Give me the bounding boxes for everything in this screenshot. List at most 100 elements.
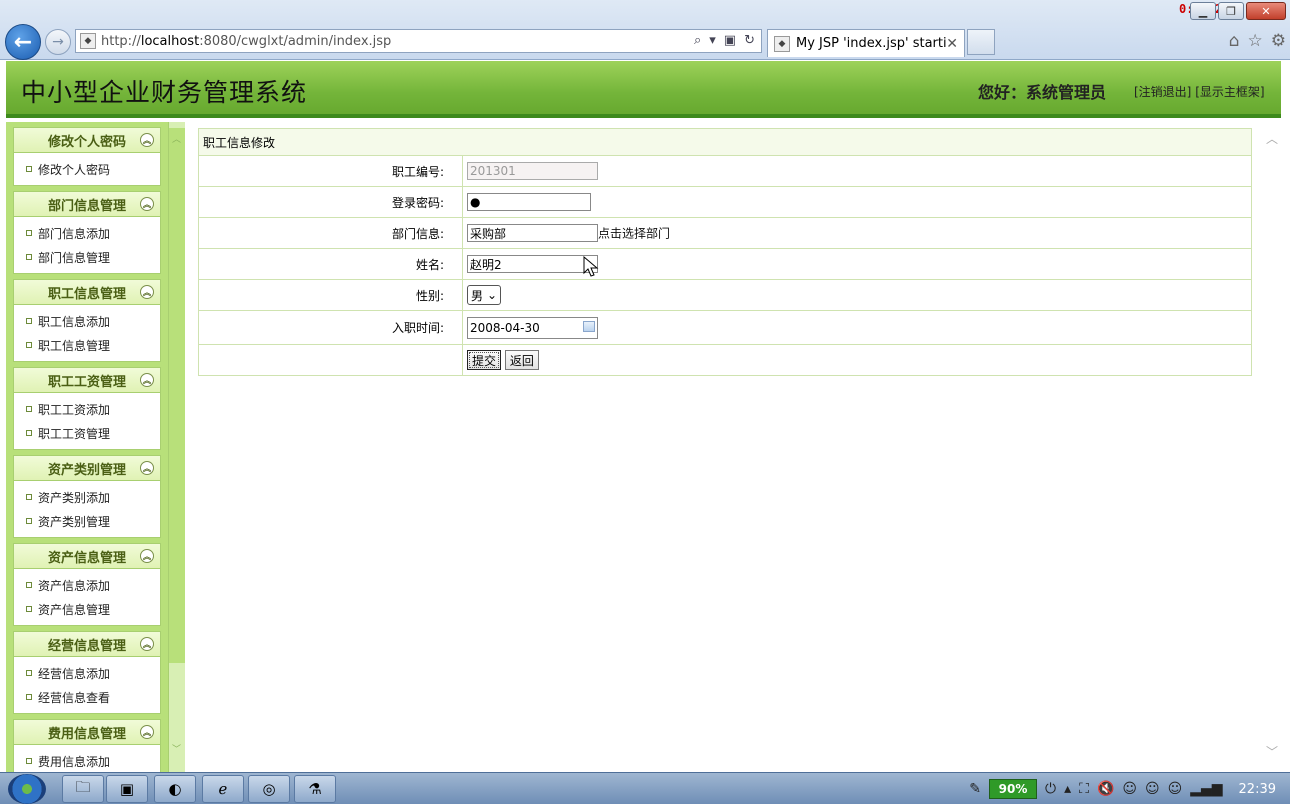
app2-taskbar-button[interactable]: ◐ <box>154 775 196 803</box>
tray-app-icon[interactable]: ✎ <box>969 781 981 797</box>
empty-label-cell <box>198 344 463 376</box>
scroll-up-icon[interactable]: ︿ <box>1266 130 1278 147</box>
password-input[interactable] <box>467 193 591 211</box>
page-scrollbar[interactable]: ︿ ﹀ <box>1266 130 1280 760</box>
calendar-icon[interactable] <box>583 320 595 332</box>
sidebar-item-business-add[interactable]: 经营信息添加 <box>14 661 160 685</box>
volume-muted-icon[interactable]: 🔇 <box>1097 781 1114 797</box>
tab-close-icon[interactable]: ✕ <box>946 36 958 52</box>
back-button[interactable]: ← <box>5 24 41 60</box>
favorites-star-icon[interactable]: ☆ <box>1248 31 1263 51</box>
settings-gear-icon[interactable]: ⚙ <box>1271 31 1286 51</box>
collapse-icon[interactable]: ︽ <box>140 285 154 299</box>
battery-indicator[interactable]: 90% <box>989 779 1038 799</box>
sidebar-item-dept-add[interactable]: 部门信息添加 <box>14 221 160 245</box>
qq-icon[interactable]: ☺ <box>1168 781 1183 797</box>
window-controls: ▁ ❐ ✕ <box>1190 2 1286 22</box>
bullet-icon <box>26 230 32 236</box>
frame-splitter-scrollbar[interactable]: ︿ ﹀ <box>168 122 185 772</box>
new-tab-button[interactable] <box>967 29 995 55</box>
forward-button[interactable]: → <box>45 29 71 55</box>
sidebar-item-change-password[interactable]: 修改个人密码 <box>14 157 160 181</box>
collapse-icon[interactable]: ︽ <box>140 373 154 387</box>
name-input[interactable] <box>467 255 598 273</box>
restore-button[interactable]: ❐ <box>1218 2 1244 20</box>
bullet-icon <box>26 166 32 172</box>
sidebar-item-salary-manage[interactable]: 职工工资管理 <box>14 421 160 445</box>
network-tray-icon[interactable]: ⛶ <box>1079 781 1089 797</box>
collapse-icon[interactable]: ︽ <box>140 725 154 739</box>
sidebar-item-emp-manage[interactable]: 职工信息管理 <box>14 333 160 357</box>
collapse-icon[interactable]: ︽ <box>140 197 154 211</box>
collapse-icon[interactable]: ︽ <box>140 637 154 651</box>
bullet-icon <box>26 254 32 260</box>
eclipse-taskbar-button[interactable]: ◎ <box>248 775 290 803</box>
start-button[interactable] <box>8 774 46 804</box>
taskbar: 🗀 ▣ ◐ ℯ ◎ ⚗ ✎ 90% ⏻ ▴ ⛶ 🔇 ☺ ☺ ☺ ▂▄▆ 22:3… <box>0 772 1290 804</box>
taskbar-clock[interactable]: 22:39 <box>1239 782 1276 797</box>
bullet-icon <box>26 406 32 412</box>
dropdown-icon[interactable]: ▾ <box>709 33 716 48</box>
choose-department-link[interactable]: 点击选择部门 <box>598 227 670 241</box>
sidebar-item-dept-manage[interactable]: 部门信息管理 <box>14 245 160 269</box>
department-label: 部门信息: <box>198 217 463 249</box>
menu-title[interactable]: 职工工资管理 ︽ <box>14 368 160 393</box>
sidebar-item-asset-type-manage[interactable]: 资产类别管理 <box>14 509 160 533</box>
minimize-button[interactable]: ▁ <box>1190 2 1216 20</box>
menu-title[interactable]: 经营信息管理 ︽ <box>14 632 160 657</box>
bullet-icon <box>26 318 32 324</box>
scroll-down-icon[interactable]: ﹀ <box>172 742 181 755</box>
menu-group-salary: 职工工资管理 ︽ 职工工资添加 职工工资管理 <box>13 367 161 450</box>
address-icons: ⌕ ▾ ▣ ↻ <box>694 33 755 48</box>
search-icon[interactable]: ⌕ <box>694 33 701 48</box>
signal-bars-icon[interactable]: ▂▄▆ <box>1190 781 1222 797</box>
page-favicon-icon: ◆ <box>80 33 96 49</box>
back-button[interactable]: 返回 <box>504 350 539 370</box>
gender-select[interactable]: 男 ⌄ <box>467 285 502 305</box>
show-frame-link[interactable]: [显示主框架] <box>1195 85 1264 99</box>
bullet-icon <box>26 758 32 764</box>
menu-title[interactable]: 资产类别管理 ︽ <box>14 456 160 481</box>
sidebar-item-business-view[interactable]: 经营信息查看 <box>14 685 160 709</box>
collapse-icon[interactable]: ︽ <box>140 461 154 475</box>
browser-tab[interactable]: ◆ My JSP 'index.jsp' startin... ✕ <box>767 29 965 57</box>
tray-expand-icon[interactable]: ▴ <box>1064 781 1071 797</box>
hire-date-input[interactable] <box>467 316 598 339</box>
file-explorer-taskbar-button[interactable]: 🗀 <box>62 775 104 803</box>
collapse-icon[interactable]: ︽ <box>140 133 154 147</box>
qq-icon[interactable]: ☺ <box>1122 781 1137 797</box>
bullet-icon <box>26 430 32 436</box>
refresh-icon[interactable]: ↻ <box>744 33 755 48</box>
submit-button[interactable]: 提交 <box>467 350 502 370</box>
scroll-down-icon[interactable]: ﹀ <box>1266 743 1278 760</box>
sidebar-item-emp-add[interactable]: 职工信息添加 <box>14 309 160 333</box>
power-plug-icon[interactable]: ⏻ <box>1045 781 1056 797</box>
department-input[interactable] <box>467 224 598 242</box>
collapse-icon[interactable]: ︽ <box>140 549 154 563</box>
address-url: http://localhost:8080/cwglxt/admin/index… <box>101 33 392 49</box>
app3-taskbar-button[interactable]: ⚗ <box>294 775 336 803</box>
menu-title[interactable]: 职工信息管理 ︽ <box>14 280 160 305</box>
sidebar-item-asset-type-add[interactable]: 资产类别添加 <box>14 485 160 509</box>
menu-title[interactable]: 资产信息管理 ︽ <box>14 544 160 569</box>
compat-view-icon[interactable]: ▣ <box>724 33 736 48</box>
user-greeting: 您好：系统管理员 <box>978 83 1107 102</box>
menu-title[interactable]: 费用信息管理 ︽ <box>14 720 160 745</box>
sidebar-item-asset-manage[interactable]: 资产信息管理 <box>14 597 160 621</box>
menu-title[interactable]: 修改个人密码 ︽ <box>14 128 160 153</box>
sidebar-item-salary-add[interactable]: 职工工资添加 <box>14 397 160 421</box>
ie-taskbar-button[interactable]: ℯ <box>202 775 244 803</box>
sidebar-item-asset-add[interactable]: 资产信息添加 <box>14 573 160 597</box>
close-button[interactable]: ✕ <box>1246 2 1286 20</box>
address-bar[interactable]: ◆ http://localhost:8080/cwglxt/admin/ind… <box>75 29 762 53</box>
logout-link[interactable]: [注销退出] <box>1134 85 1191 99</box>
sidebar-item-expense-add[interactable]: 费用信息添加 <box>14 749 160 772</box>
header-links: [注销退出] [显示主框架] <box>1134 83 1265 100</box>
splitter-thumb[interactable] <box>169 128 185 663</box>
home-icon[interactable]: ⌂ <box>1229 31 1240 51</box>
qq-icon[interactable]: ☺ <box>1145 781 1160 797</box>
menu-group-business: 经营信息管理 ︽ 经营信息添加 经营信息查看 <box>13 631 161 714</box>
app-taskbar-button[interactable]: ▣ <box>106 775 148 803</box>
scroll-up-icon[interactable]: ︿ <box>172 132 181 145</box>
menu-title[interactable]: 部门信息管理 ︽ <box>14 192 160 217</box>
